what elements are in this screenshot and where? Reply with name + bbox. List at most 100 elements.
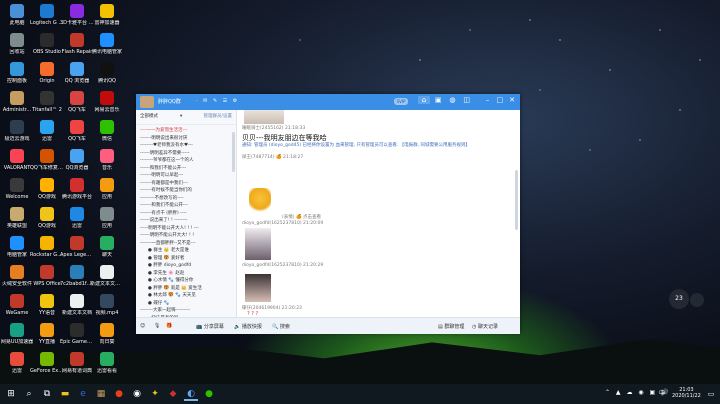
- desktop-icon[interactable]: Welcome: [0, 178, 34, 200]
- group-list-item[interactable]: -------有时候不能当你们的: [140, 187, 236, 195]
- file-explorer-icon[interactable]: ▬: [58, 387, 72, 401]
- home-tab-icon[interactable]: ⌂: [418, 96, 430, 104]
- manage-members-link[interactable]: 管理群员/设置: [203, 110, 232, 124]
- files-tab-icon[interactable]: ▣: [432, 96, 444, 104]
- desktop-icon[interactable]: QQ飞车: [60, 120, 94, 142]
- desktop-icon[interactable]: 音乐: [90, 149, 124, 171]
- desktop-icon[interactable]: QQ游戏: [30, 178, 64, 200]
- member-list-item[interactable]: ● 心水情 🐾 懂得分你: [140, 277, 236, 285]
- filter-dropdown[interactable]: ▾: [180, 110, 182, 124]
- desktop-icon[interactable]: YY直播: [30, 323, 64, 345]
- group-list-item[interactable]: -----明明不能公开大人! ! ! ---: [140, 225, 236, 233]
- search-button[interactable]: 🔍 搜索: [272, 323, 290, 330]
- chat-scrollbar[interactable]: [515, 170, 518, 230]
- desktop-icon[interactable]: QQ浏览器: [60, 149, 94, 171]
- desktop-icon[interactable]: 迅雷: [60, 207, 94, 229]
- desktop-icon[interactable]: 腾讯QQ: [90, 62, 124, 84]
- desktop-icon[interactable]: WeGame: [0, 294, 34, 316]
- task-view-icon[interactable]: ⧉: [40, 387, 54, 401]
- desktop-icon[interactable]: 向日葵: [90, 323, 124, 345]
- media-icon[interactable]: ◉: [130, 387, 144, 401]
- taskbar-clock[interactable]: 21:03 2020/11/22: [672, 387, 701, 399]
- group-list-item[interactable]: ------明明差异不需要-----: [140, 150, 236, 158]
- chat-photo[interactable]: [245, 228, 271, 260]
- member-list-item[interactable]: ● 林太郎 🐯 🐾 天天见: [140, 292, 236, 300]
- desktop-icon[interactable]: 7c2babd1fb...: [60, 265, 94, 287]
- group-list-item[interactable]: ------说出来了! ! --------: [140, 217, 236, 225]
- desktop-icon[interactable]: OBS Studio: [30, 33, 64, 55]
- desktop-icon[interactable]: QQ飞车: [60, 91, 94, 113]
- netease-music-icon[interactable]: ●: [112, 387, 126, 401]
- group-list-item[interactable]: ---------不想改写的----: [140, 195, 236, 203]
- chat-photo[interactable]: [245, 274, 271, 302]
- desktop-icon[interactable]: VALORANT: [0, 149, 34, 171]
- desktop-icon[interactable]: QQ游戏: [30, 207, 64, 229]
- desktop-icon[interactable]: WPS Office: [30, 265, 64, 287]
- desktop-icon[interactable]: 聊天: [90, 236, 124, 258]
- minimize-button[interactable]: –: [483, 96, 493, 104]
- close-button[interactable]: ✕: [507, 96, 517, 104]
- group-list-item[interactable]: -------有趣都是中我们---: [140, 180, 236, 188]
- group-list-item[interactable]: --------大家一起嗨---------: [140, 307, 236, 315]
- member-list-item[interactable]: ● 碟仔 🐾: [140, 300, 236, 308]
- desktop-icon[interactable]: 回收站: [0, 33, 34, 55]
- desktop-icon[interactable]: 迅雷看看: [90, 352, 124, 374]
- news-button[interactable]: 🔈 播放快报: [234, 323, 262, 330]
- search-icon[interactable]: ⌕: [22, 387, 36, 401]
- desktop-icon[interactable]: 英雄联盟: [0, 207, 34, 229]
- desktop-icon[interactable]: 极迈云游戏: [0, 120, 34, 142]
- member-list-item[interactable]: ● 胖胖 🐯 就是 👑 爱生活: [140, 285, 236, 293]
- group-list-item[interactable]: -------有点干 (胖胖) ----: [140, 210, 236, 218]
- input-language[interactable]: 中: [655, 387, 669, 401]
- member-list-item[interactable]: ● 胖胖 dioyo_godfd: [140, 262, 236, 270]
- gift-icon[interactable]: 🎁: [166, 323, 172, 329]
- sticker-caption[interactable]: (表情) 🍊 点击查看: [282, 214, 321, 220]
- group-manage-button[interactable]: ▤ 群聊管理: [438, 323, 464, 330]
- chat-image-thumbnail[interactable]: [244, 110, 284, 124]
- member-list-item[interactable]: ● 群主 👑 老大是谁: [140, 247, 236, 255]
- more-tab-icon[interactable]: ◫: [461, 96, 473, 104]
- edge-icon[interactable]: e: [76, 387, 90, 401]
- group-list-item[interactable]: -------和我们不能公开---: [140, 202, 236, 210]
- history-button[interactable]: ◷ 聊天记录: [472, 323, 498, 330]
- notification-icon[interactable]: ▭: [704, 387, 718, 401]
- desktop-icon[interactable]: Flash Repair: [60, 33, 94, 55]
- desktop-icon[interactable]: 3D卡雅平台 2.0: [60, 4, 94, 26]
- desktop-icon[interactable]: 电脑管家: [0, 236, 34, 258]
- member-list-item[interactable]: ● 管理 🐯 爱好者: [140, 255, 236, 263]
- desktop-icon[interactable]: 微信: [90, 120, 124, 142]
- floating-clock-widget[interactable]: 23: [669, 289, 689, 309]
- desktop-icon[interactable]: 迅雷: [30, 120, 64, 142]
- desktop-icon[interactable]: 应用: [90, 207, 124, 229]
- store-icon[interactable]: ▦: [94, 387, 108, 401]
- group-avatar[interactable]: [140, 96, 154, 108]
- desktop-icon[interactable]: GeForce Experience: [30, 352, 64, 374]
- desktop-icon[interactable]: 应用: [90, 178, 124, 200]
- group-list-item[interactable]: -------一直都胖胖--又不是---: [140, 240, 236, 248]
- desktop-icon[interactable]: 迅雷: [0, 352, 34, 374]
- group-list-item[interactable]: --------爷爷都在这一个的人: [140, 157, 236, 165]
- group-list-item[interactable]: ----一一为爱而生活活---: [140, 127, 236, 135]
- share-screen-button[interactable]: 📺 分享屏幕: [196, 323, 224, 330]
- wechat-taskbar-icon[interactable]: ●: [202, 387, 216, 401]
- desktop-icon[interactable]: 网易云音乐: [90, 91, 124, 113]
- emoji-icon[interactable]: 😊: [140, 323, 145, 329]
- qq-title-bar[interactable]: 胖胖QQ群 · ✉ ✎ ☰ ⚙ SVIP ⌂ ▣ ◍ ◫ – □ ✕: [136, 94, 520, 110]
- floating-widget-secondary[interactable]: [690, 293, 704, 307]
- desktop-icon[interactable]: Titanfall™ 2: [30, 91, 64, 113]
- group-list-item[interactable]: -------明明说出来很讨厌: [140, 135, 236, 143]
- desktop-icon[interactable]: Rockstar Games...: [30, 236, 64, 258]
- desktop-icon[interactable]: 新建文本文档: [60, 294, 94, 316]
- desktop-icon[interactable]: 火绒安全软件: [0, 265, 34, 287]
- desktop-icon[interactable]: 腾讯电脑管家: [90, 33, 124, 55]
- desktop-icon[interactable]: 腾讯游戏平台: [60, 178, 94, 200]
- maximize-button[interactable]: □: [495, 96, 505, 104]
- group-list-item[interactable]: -------明明可以早起---: [140, 172, 236, 180]
- desktop-icon[interactable]: 新建文本文档.txt: [90, 265, 124, 287]
- member-list-item[interactable]: ● 李先生 🌸 赵赵: [140, 270, 236, 278]
- desktop-icon[interactable]: Origin: [30, 62, 64, 84]
- desktop-icon[interactable]: Logitech G HUB: [30, 4, 64, 26]
- svip-badge[interactable]: SVIP: [394, 98, 408, 105]
- group-list-item[interactable]: ------和我们不能公开---: [140, 165, 236, 173]
- desktop-icon[interactable]: YY语音: [30, 294, 64, 316]
